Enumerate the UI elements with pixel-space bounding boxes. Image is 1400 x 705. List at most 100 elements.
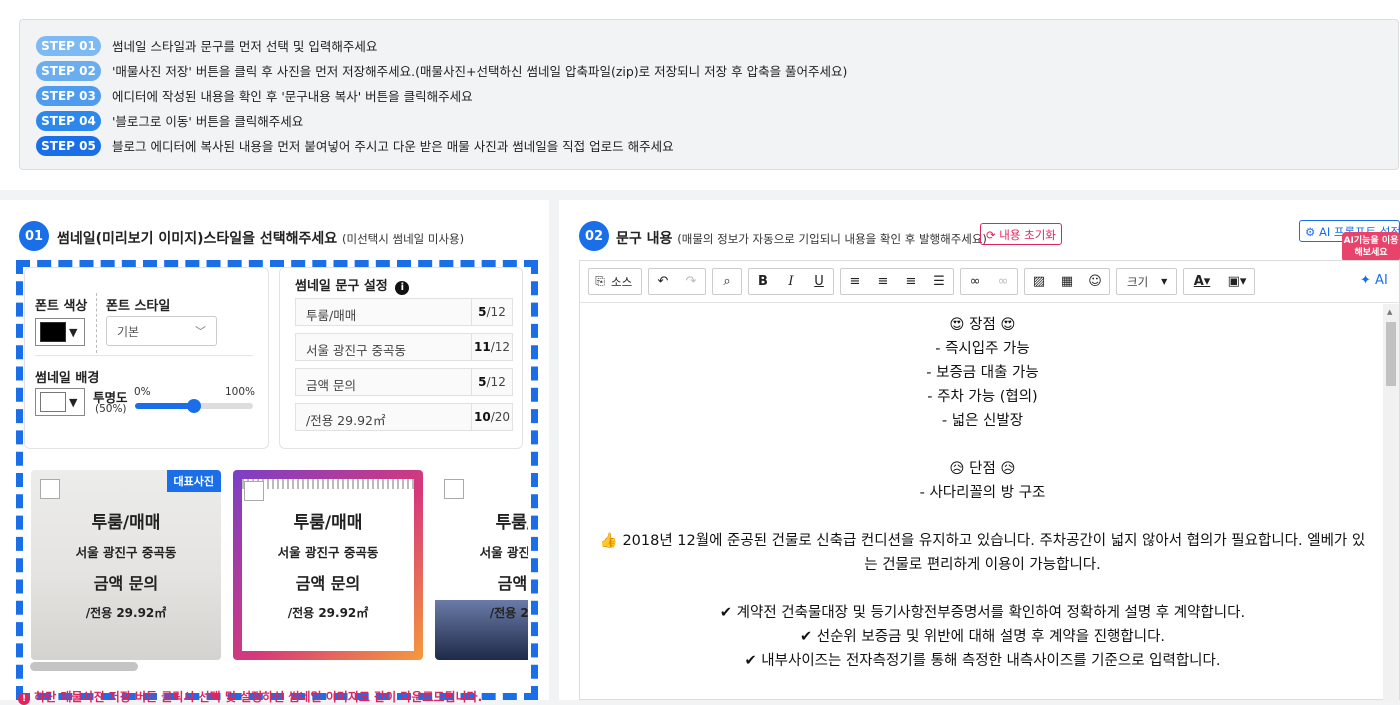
section-number-01: 01 <box>19 221 49 251</box>
text-input-value[interactable]: 금액 문의 <box>296 369 471 395</box>
refresh-icon: ⟳ <box>986 228 996 242</box>
warning-icon: ! <box>18 693 30 705</box>
step-badge: STEP 03 <box>36 85 101 106</box>
content-panel: 02 문구 내용 (매물의 정보가 자동으로 기입되니 내용을 확인 후 발행해… <box>559 200 1400 701</box>
vertical-scrollbar[interactable]: ▲ <box>1383 304 1399 701</box>
opacity-slider-track[interactable] <box>135 399 253 413</box>
editor-content[interactable]: 😍 장점 😍 - 즉시입주 가능 - 보증금 대출 가능 - 주차 가능 (협의) - … <box>580 304 1385 701</box>
divider <box>96 293 97 353</box>
reset-content-button[interactable]: ⟳ 내용 초기화 <box>980 223 1062 245</box>
thumbnail-style-1[interactable]: 대표사진 투룸/매매 서울 광진구 중곡동 금액 문의 /전용 29.92㎡ <box>31 470 221 660</box>
format-group: B I U <box>748 268 834 295</box>
content-line: - 넓은 신발장 <box>941 413 1024 429</box>
info-icon[interactable]: i <box>395 281 410 295</box>
thumb-text-4: /전용 29.92㎡ <box>85 606 167 620</box>
font-color-picker[interactable]: ▼ <box>35 318 85 346</box>
link-group: ∞ ∞ <box>960 268 1018 295</box>
thumb-text-3: 금액 문의 <box>295 574 361 593</box>
char-count: 5 <box>478 305 487 319</box>
dropdown-arrow-icon: ▼ <box>69 325 78 339</box>
representative-photo-badge: 대표사진 <box>166 470 221 492</box>
thumbnail-checkbox[interactable] <box>40 479 60 499</box>
warning-text: 하단 매물사진 저장 버튼 클릭시 선택 및 설정하신 썸네일 이미지도 같이 … <box>34 690 483 704</box>
italic-icon[interactable]: I <box>777 269 805 294</box>
thumbnail-text-input[interactable]: 금액 문의 5/12 <box>295 368 513 396</box>
thumbnail-style-3[interactable]: 투룸/매매 서울 광진구 중곡동 금액 문의 /전용 29.92㎡ <box>435 470 528 660</box>
bg-color-picker[interactable]: ▼ <box>35 388 85 416</box>
ai-tooltip: AI기능을 이용해보세요 <box>1342 232 1400 262</box>
thumb-text-4: /전용 29.92㎡ <box>489 606 528 620</box>
thumbnail-section-title: 썸네일(미리보기 이미지)스타일을 선택해주세요 (미선택시 썸네일 미사용) <box>57 228 464 248</box>
divider <box>35 355 253 356</box>
unlink-icon[interactable]: ∞ <box>989 269 1017 294</box>
step-badge: STEP 05 <box>36 135 101 156</box>
content-section-title: 문구 내용 (매물의 정보가 자동으로 기입되니 내용을 확인 후 발행해주세요… <box>616 228 987 248</box>
char-counter: 10/20 <box>471 404 512 430</box>
thumb-text-2: 서울 광진구 중곡동 <box>75 545 177 560</box>
horizontal-scrollbar[interactable] <box>30 662 138 671</box>
char-counter: 5/12 <box>471 369 512 395</box>
image-icon[interactable]: ▨ <box>1025 269 1053 294</box>
thumb-text-1: 투룸/매매 <box>91 513 161 533</box>
thumbnail-style-list: 대표사진 투룸/매매 서울 광진구 중곡동 금액 문의 /전용 29.92㎡ 투… <box>24 458 528 678</box>
step-badge: STEP 01 <box>36 35 101 56</box>
align-justify-icon[interactable]: ☰ <box>925 269 953 294</box>
text-color-icon[interactable]: A▾ <box>1184 269 1220 294</box>
notepad-rings <box>242 479 414 489</box>
undo-icon[interactable]: ↶ <box>649 269 677 294</box>
char-max: /12 <box>486 305 506 319</box>
thumb-text-1: 투룸/매매 <box>293 513 363 533</box>
search-icon[interactable]: ⌕ <box>713 269 741 294</box>
thumbnail-style-2[interactable]: 투룸/매매 서울 광진구 중곡동 금액 문의 /전용 29.92㎡ <box>233 470 423 660</box>
font-style-value: 기본 <box>117 325 140 339</box>
ai-assist-button[interactable]: ✦ AI <box>1360 273 1388 288</box>
char-counter: 5/12 <box>471 299 512 325</box>
opacity-slider-handle[interactable] <box>187 399 201 413</box>
text-input-value[interactable]: 서울 광진구 중곡동 <box>296 334 471 360</box>
redo-icon[interactable]: ↷ <box>677 269 705 294</box>
thumbnail-title-text: 썸네일(미리보기 이미지)스타일을 선택해주세요 <box>57 231 338 247</box>
ai-label: AI <box>1375 273 1388 288</box>
align-center-icon[interactable]: ≡ <box>869 269 897 294</box>
text-settings-label: 썸네일 문구 설정 <box>295 279 388 294</box>
thumb-text-3: 금액 문의 <box>93 574 159 593</box>
font-style-select[interactable]: 기본 ﹀ <box>106 316 217 346</box>
underline-icon[interactable]: U <box>805 269 833 294</box>
step-text: 썸네일 스타일과 문구를 먼저 선택 및 입력해주세요 <box>112 39 378 54</box>
step-guide: STEP 01 썸네일 스타일과 문구를 먼저 선택 및 입력해주세요 STEP 0… <box>19 19 1399 170</box>
step-row: STEP 02 '매물사진 저장' 버튼을 클릭 후 사진을 먼저 저장해주세요.… <box>36 58 1382 83</box>
content-title-text: 문구 내용 <box>616 231 673 247</box>
table-icon[interactable]: ▦ <box>1053 269 1081 294</box>
link-icon[interactable]: ∞ <box>961 269 989 294</box>
source-icon: ⎘ <box>595 274 605 288</box>
text-input-value[interactable]: 투룸/매매 <box>296 299 471 325</box>
char-max: /12 <box>486 375 506 389</box>
align-right-icon[interactable]: ≡ <box>897 269 925 294</box>
content-line: 😥 단점 😥 <box>949 461 1016 477</box>
thumbnail-checkbox[interactable] <box>244 481 264 501</box>
align-left-icon[interactable]: ≡ <box>841 269 869 294</box>
thumb-text-2: 서울 광진구 중곡동 <box>277 545 379 560</box>
step-row: STEP 01 썸네일 스타일과 문구를 먼저 선택 및 입력해주세요 <box>36 33 1382 58</box>
font-size-select[interactable]: 크기 ▼ <box>1116 268 1177 295</box>
slider-max-label: 100% <box>225 386 256 398</box>
chevron-down-icon: ﹀ <box>195 325 206 338</box>
thumbnail-text-input[interactable]: /전용 29.92㎡ 10/20 <box>295 403 513 431</box>
thumbnail-bg-label: 썸네일 배경 <box>35 371 100 386</box>
scroll-up-icon[interactable]: ▲ <box>1387 308 1392 316</box>
step-row: STEP 05 블로그 에디터에 복사된 내용을 먼저 붙여넣어 주시고 다운 받… <box>36 133 1382 158</box>
step-badge: STEP 04 <box>36 110 101 131</box>
content-line: - 즉시입주 가능 <box>935 341 1030 357</box>
thumbnail-text-input[interactable]: 서울 광진구 중곡동 11/12 <box>295 333 513 361</box>
thumbnail-checkbox[interactable] <box>444 479 464 499</box>
content-line: - 사다리꼴의 방 구조 <box>919 485 1046 501</box>
bold-icon[interactable]: B <box>749 269 777 294</box>
thumbnail-text-input[interactable]: 투룸/매매 5/12 <box>295 298 513 326</box>
emoji-icon[interactable]: ☺ <box>1081 269 1109 294</box>
scrollbar-thumb[interactable] <box>1386 322 1396 386</box>
content-line: 👍 2018년 12월에 준공된 건물로 신축급 컨디션을 유지하고 있습니다.… <box>599 533 1366 573</box>
text-input-value[interactable]: /전용 29.92㎡ <box>296 404 471 430</box>
step-row: STEP 04 '블로그로 이동' 버튼을 클릭해주세요 <box>36 108 1382 133</box>
bg-color-icon[interactable]: ▣▾ <box>1220 269 1254 294</box>
source-button[interactable]: ⎘ 소스 <box>588 268 642 295</box>
